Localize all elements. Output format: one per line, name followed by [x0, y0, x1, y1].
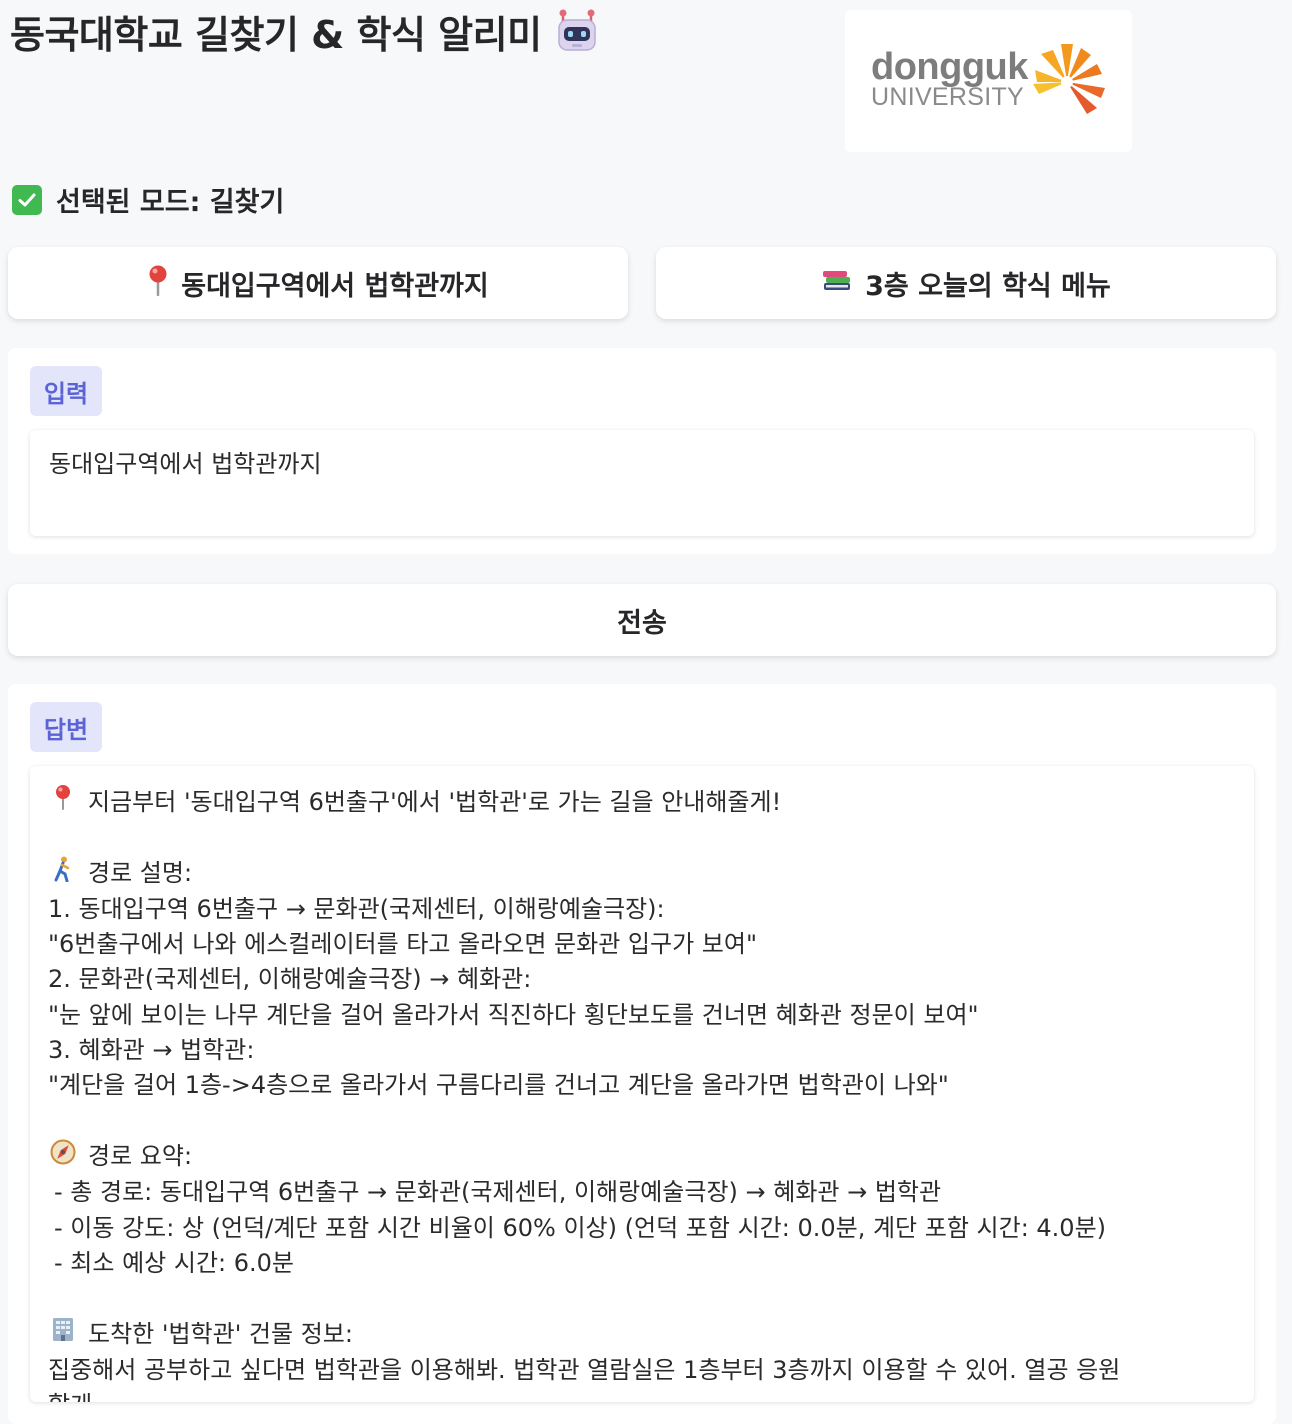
answer-line: [48, 820, 1236, 855]
answer-output: 지금부터 '동대입구역 6번출구'에서 '법학관'로 가는 길을 안내해줄게! …: [30, 766, 1254, 1402]
input-panel: 입력 동대입구역에서 법학관까지: [8, 348, 1276, 554]
walking-person-icon: [48, 856, 78, 892]
answer-line: 경로 설명:: [48, 856, 1236, 892]
answer-panel: 답변 지금부터 '동대입구역 6번출구'에서 '법학관'로 가는 길을 안내해줄…: [8, 684, 1276, 1424]
route-example-button[interactable]: 동대입구역에서 법학관까지: [8, 247, 628, 319]
pin-icon: [147, 264, 169, 303]
answer-line: - 총 경로: 동대입구역 6번출구 → 문화관(국제센터, 이해랑예술극장) …: [54, 1178, 942, 1207]
selected-mode-status: 선택된 모드: 길찾기: [12, 180, 284, 219]
mode-text: 선택된 모드: 길찾기: [56, 187, 285, 218]
query-input[interactable]: 동대입구역에서 법학관까지: [30, 430, 1254, 536]
answer-line: [48, 1104, 1236, 1139]
dongguk-logo: dongguk UNIVERSITY: [845, 10, 1132, 152]
books-icon: [821, 266, 853, 301]
route-example-label: 동대입구역에서 법학관까지: [181, 270, 489, 302]
send-button[interactable]: 전송: [8, 584, 1276, 656]
answer-line: 2. 문화관(국제센터, 이해랑예술극장) → 혜화관:: [48, 965, 532, 994]
logo-wordmark: dongguk UNIVERSITY: [871, 48, 1028, 110]
answer-line: 경로 요약:: [48, 1139, 1236, 1175]
office-building-icon: [48, 1316, 78, 1352]
check-icon: [12, 184, 42, 215]
cafeteria-menu-label: 3층 오늘의 학식 메뉴: [865, 270, 1111, 302]
answer-line: "6번출구에서 나와 에스컬레이터를 타고 올라오면 문화관 입구가 보여": [48, 930, 757, 959]
answer-line: 도착한 '법학관' 건물 정보:: [48, 1316, 1236, 1352]
compass-icon: [48, 1139, 78, 1175]
answer-label: 답변: [30, 702, 102, 752]
robot-icon: [554, 8, 600, 67]
logo-burst-icon: [1033, 44, 1105, 114]
answer-line: 1. 동대입구역 6번출구 → 문화관(국제센터, 이해랑예술극장):: [48, 894, 665, 923]
answer-line: 집중해서 공부하고 싶다면 법학관을 이용해봐. 법학관 열람실은 1층부터 3…: [48, 1355, 1121, 1384]
input-label: 입력: [30, 366, 102, 416]
answer-line: 할게: [48, 1388, 1236, 1402]
answer-line: 지금부터 '동대입구역 6번출구'에서 '법학관'로 가는 길을 안내해줄게!: [48, 784, 1236, 820]
answer-line: 3. 혜화관 → 법학관:: [48, 1036, 255, 1065]
answer-line: - 이동 강도: 상 (언덕/계단 포함 시간 비율이 60% 이상) (언덕 …: [54, 1213, 1107, 1242]
answer-line: [48, 1281, 1236, 1316]
pin-icon: [48, 784, 78, 820]
answer-line: - 최소 예상 시간: 6.0분: [54, 1248, 294, 1277]
cafeteria-menu-button[interactable]: 3층 오늘의 학식 메뉴: [656, 247, 1276, 319]
logo-sub: UNIVERSITY: [871, 83, 1025, 111]
answer-line: "계단을 걸어 1층->4층으로 올라가서 구름다리를 건너고 계단을 올라가면…: [48, 1071, 949, 1100]
page-title: 동국대학교 길찾기 & 학식 알리미: [10, 8, 600, 67]
answer-line: "눈 앞에 보이는 나무 계단을 걸어 올라가서 직진하다 횡단보도를 건너면 …: [48, 1000, 979, 1029]
title-text: 동국대학교 길찾기 & 학식 알리미: [10, 13, 542, 57]
logo-word: dongguk: [871, 46, 1028, 88]
